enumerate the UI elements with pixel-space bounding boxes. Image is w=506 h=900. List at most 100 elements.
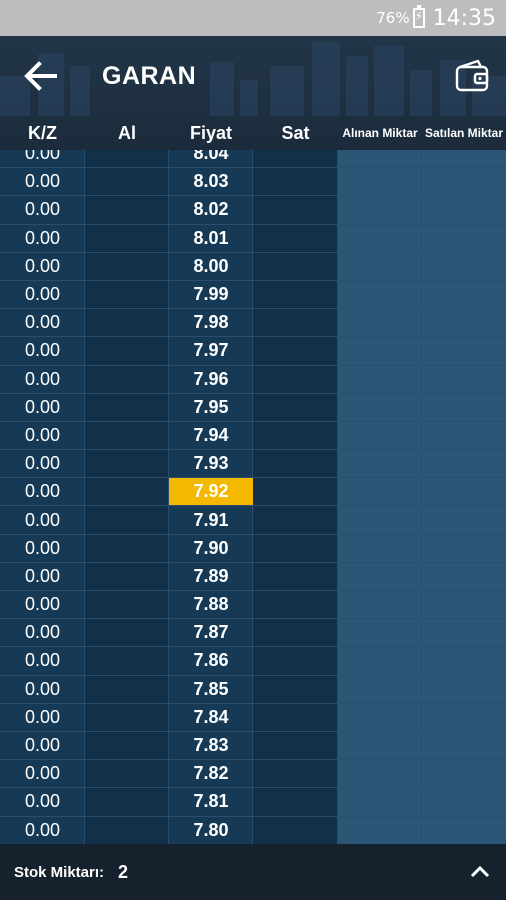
table-row[interactable]: 0.00 7.82 [0,760,506,789]
al-cell[interactable] [85,478,169,505]
sat-cell[interactable] [253,337,338,364]
sat-cell[interactable] [253,478,338,505]
header-alinan-miktar[interactable]: Alınan Miktar [338,116,422,150]
sat-cell[interactable] [253,309,338,336]
sat-cell[interactable] [253,225,338,252]
sat-cell[interactable] [253,450,338,477]
price-cell[interactable]: 8.02 [169,196,253,223]
table-row[interactable]: 0.00 8.00 [0,253,506,281]
sat-cell[interactable] [253,506,338,533]
table-row[interactable]: 0.00 7.99 [0,281,506,310]
chevron-up-icon[interactable] [468,860,492,884]
price-cell[interactable]: 7.96 [169,366,253,393]
al-cell[interactable] [85,506,169,533]
price-cell[interactable]: 7.87 [169,619,253,646]
sat-cell[interactable] [253,619,338,646]
price-cell[interactable]: 7.95 [169,394,253,421]
table-row[interactable]: 0.00 8.04 [0,150,506,169]
sat-cell[interactable] [253,253,338,280]
table-row[interactable]: 0.00 7.93 [0,450,506,479]
header-fiyat[interactable]: Fiyat [169,116,253,150]
sat-cell[interactable] [253,788,338,815]
table-row[interactable]: 0.00 7.83 [0,732,506,761]
price-cell[interactable]: 7.90 [169,535,253,562]
price-cell[interactable]: 7.98 [169,309,253,336]
al-cell[interactable] [85,647,169,674]
price-cell[interactable]: 7.85 [169,676,253,703]
price-cell[interactable]: 7.82 [169,760,253,787]
al-cell[interactable] [85,676,169,703]
table-row[interactable]: 0.00 7.96 [0,366,506,394]
table-row[interactable]: 0.00 7.81 [0,788,506,817]
header-kz[interactable]: K/Z [0,116,85,150]
sat-cell[interactable] [253,366,338,393]
table-row[interactable]: 0.00 7.85 [0,676,506,704]
price-cell[interactable]: 8.04 [169,150,253,167]
al-cell[interactable] [85,150,169,167]
header-satilan-miktar[interactable]: Satılan Miktar [422,116,506,150]
price-cell[interactable]: 8.00 [169,253,253,280]
al-cell[interactable] [85,225,169,252]
table-row[interactable]: 0.00 7.86 [0,647,506,676]
al-cell[interactable] [85,535,169,562]
sat-cell[interactable] [253,168,338,195]
al-cell[interactable] [85,450,169,477]
price-cell[interactable]: 7.99 [169,281,253,308]
al-cell[interactable] [85,591,169,618]
sat-cell[interactable] [253,760,338,787]
sat-cell[interactable] [253,704,338,731]
price-cell[interactable]: 8.03 [169,168,253,195]
al-cell[interactable] [85,168,169,195]
price-cell[interactable]: 7.97 [169,337,253,364]
al-cell[interactable] [85,253,169,280]
al-cell[interactable] [85,788,169,815]
sat-cell[interactable] [253,676,338,703]
price-grid[interactable]: 0.00 8.04 0.00 8.03 0.00 8.02 0.00 8.01 0.00 8.00… [0,150,506,844]
table-row[interactable]: 0.00 8.02 [0,196,506,225]
table-row[interactable]: 0.00 7.87 [0,619,506,648]
al-cell[interactable] [85,394,169,421]
table-row[interactable]: 0.00 8.03 [0,168,506,197]
price-cell[interactable]: 7.88 [169,591,253,618]
price-cell[interactable]: 7.94 [169,422,253,449]
al-cell[interactable] [85,422,169,449]
al-cell[interactable] [85,281,169,308]
price-cell[interactable]: 7.89 [169,563,253,590]
sat-cell[interactable] [253,196,338,223]
al-cell[interactable] [85,704,169,731]
sat-cell[interactable] [253,150,338,167]
header-sat[interactable]: Sat [253,116,338,150]
table-row[interactable]: 0.00 7.91 [0,506,506,535]
current-price-cell[interactable]: 7.92 [169,478,253,506]
sat-cell[interactable] [253,732,338,759]
price-cell[interactable]: 7.86 [169,647,253,674]
table-row[interactable]: 0.00 7.98 [0,309,506,338]
back-button[interactable] [20,56,60,96]
sat-cell[interactable] [253,647,338,674]
table-row[interactable]: 0.00 7.90 [0,535,506,563]
table-row[interactable]: 0.00 7.89 [0,563,506,591]
sat-cell[interactable] [253,591,338,618]
header-al[interactable]: Al [85,116,169,150]
table-row[interactable]: 0.00 7.95 [0,394,506,422]
price-cell[interactable]: 8.01 [169,225,253,252]
al-cell[interactable] [85,366,169,393]
sat-cell[interactable] [253,394,338,421]
sat-cell[interactable] [253,281,338,308]
al-cell[interactable] [85,817,169,844]
al-cell[interactable] [85,563,169,590]
sat-cell[interactable] [253,535,338,562]
price-cell[interactable]: 7.81 [169,788,253,815]
al-cell[interactable] [85,760,169,787]
wallet-button[interactable] [452,56,492,96]
sat-cell[interactable] [253,563,338,590]
price-cell[interactable]: 7.84 [169,704,253,731]
table-row[interactable]: 0.00 7.92 [0,478,506,507]
price-cell[interactable]: 7.80 [169,817,253,844]
al-cell[interactable] [85,337,169,364]
price-cell[interactable]: 7.93 [169,450,253,477]
table-row[interactable]: 0.00 8.01 [0,225,506,253]
price-cell[interactable]: 7.83 [169,732,253,759]
sat-cell[interactable] [253,817,338,844]
al-cell[interactable] [85,619,169,646]
